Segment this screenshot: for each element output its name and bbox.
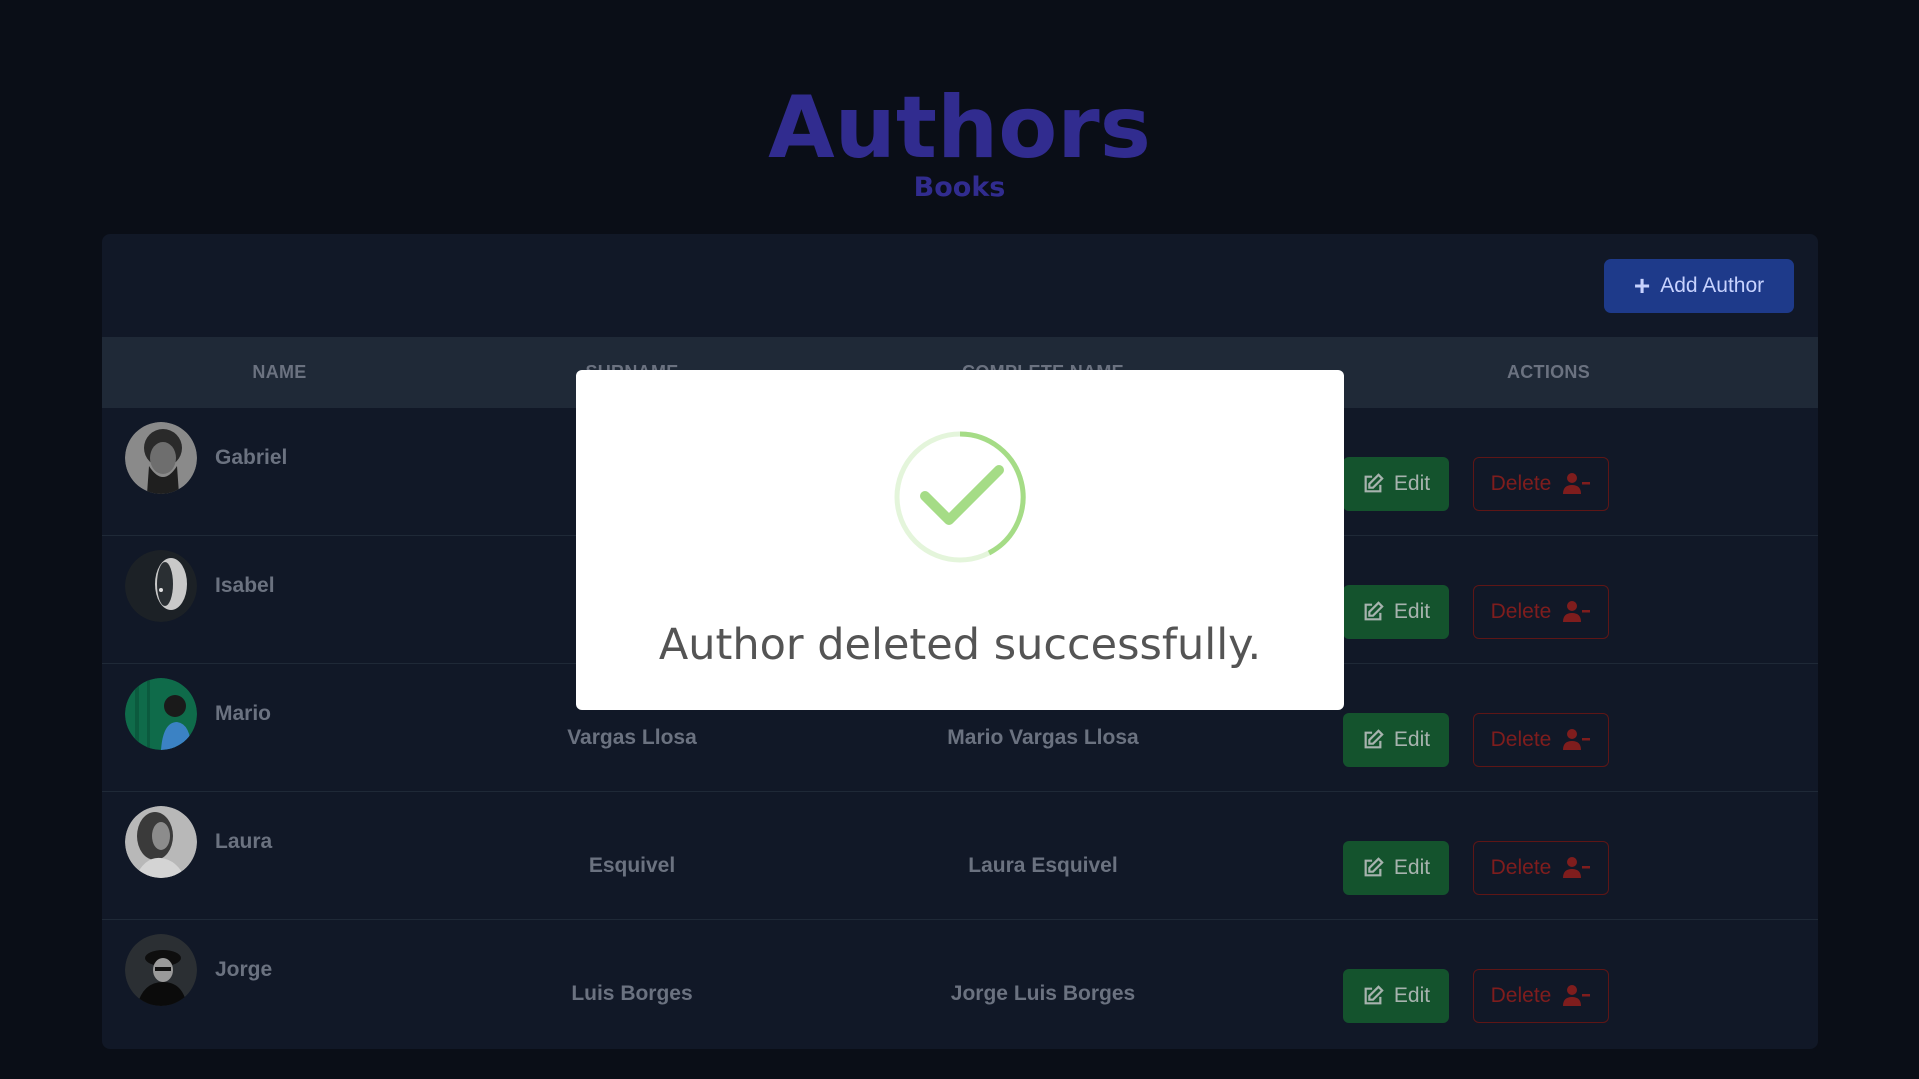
success-dialog: Author deleted successfully.: [576, 370, 1344, 710]
success-check-icon: [894, 431, 1026, 563]
dialog-message: Author deleted successfully.: [658, 620, 1262, 670]
modal-overlay[interactable]: Author deleted successfully.: [0, 0, 1919, 1079]
